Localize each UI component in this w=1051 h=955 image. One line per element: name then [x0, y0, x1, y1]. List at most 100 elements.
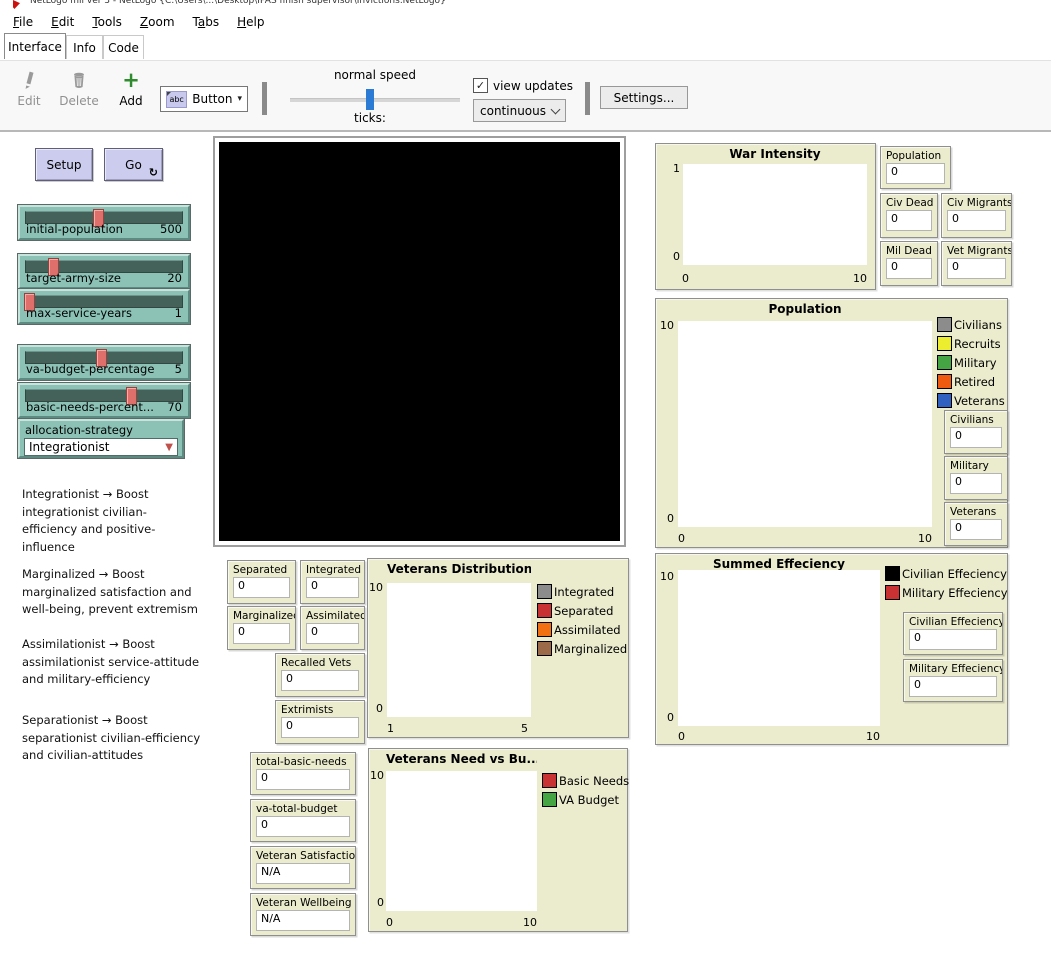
plot-veterans-distribution: Veterans Distribution 10 0 1 5 Integrate…	[367, 558, 629, 738]
monitor-population: Population0	[880, 146, 951, 189]
ticks-label: ticks:	[290, 111, 450, 125]
toolbar: Edit Delete + Add abc Button ▾ normal sp…	[0, 60, 1051, 132]
world-view	[213, 136, 626, 547]
monitor-assimilated: Assimilated0	[300, 606, 365, 650]
legend-swatch	[537, 584, 552, 599]
monitor-mil-dead: Mil Dead0	[880, 241, 938, 286]
chooser-arrow-icon: ▼	[165, 442, 173, 453]
monitor-separated: Separated0	[227, 560, 296, 604]
widget-type-dropdown[interactable]: abc Button ▾	[160, 86, 248, 112]
note-marginalized: Marginalized → Boost marginalized satisf…	[22, 566, 202, 619]
legend-swatch	[937, 317, 952, 332]
toolbar-separator	[262, 82, 267, 115]
slider-initial-population[interactable]: initial-population500	[18, 205, 190, 240]
chevron-down-icon	[551, 104, 561, 114]
monitor-civilians: Civilians0	[944, 410, 1008, 454]
add-widget-button[interactable]: + Add	[112, 67, 150, 108]
monitor-extrimists: Extrimists0	[275, 700, 365, 744]
menu-bar: File Edit Tools Zoom Tabs Help	[0, 10, 1051, 33]
plot-canvas	[683, 164, 867, 265]
tab-interface[interactable]: Interface	[4, 33, 66, 59]
legend-swatch	[885, 585, 900, 600]
monitor-veteran-satisfaction: Veteran SatisfactionN/A	[250, 846, 356, 889]
plot-canvas	[386, 771, 537, 911]
monitor-military: Military0	[944, 456, 1008, 500]
note-integrationist: Integrationist → Boost integrationist ci…	[22, 486, 202, 556]
delete-widget-button[interactable]: Delete	[56, 67, 102, 108]
veterans-distribution-legend: Integrated Separated Assimilated Margina…	[537, 584, 627, 660]
chooser-value-box[interactable]: Integrationist ▼	[24, 438, 178, 456]
plot-canvas	[678, 570, 880, 726]
tab-code[interactable]: Code	[103, 35, 144, 59]
plot-war-intensity: War Intensity 1 0 0 10	[655, 143, 876, 290]
slider-target-army-size[interactable]: target-army-size20	[18, 254, 190, 289]
legend-swatch	[937, 336, 952, 351]
netlogo-window: NetLogo mil ver 3 - NetLogo {C:\Users\..…	[0, 0, 1051, 955]
menu-edit[interactable]: Edit	[42, 12, 83, 32]
monitor-marginalized: Marginalized0	[227, 606, 296, 650]
tab-info[interactable]: Info	[66, 35, 103, 59]
window-title: NetLogo mil ver 3 - NetLogo {C:\Users\..…	[30, 0, 446, 6]
plot-canvas	[678, 321, 932, 527]
forever-icon: ↻	[149, 166, 158, 179]
legend-swatch	[542, 773, 557, 788]
legend-swatch	[537, 622, 552, 637]
pencil-icon	[10, 67, 48, 93]
netlogo-app-icon	[13, 0, 20, 9]
monitor-recalled-vets: Recalled Vets0	[275, 653, 365, 697]
note-separationist: Separationist → Boost separationist civi…	[22, 712, 202, 765]
view-updates-row: ✓ view updates	[473, 78, 573, 93]
summed-effeciency-legend: Civilian Effeciency Military Effeciency	[885, 566, 1008, 604]
population-legend: Civilians Recruits Military Retired Vete…	[937, 317, 1005, 412]
tab-strip: Interface Info Code	[0, 33, 1051, 60]
legend-swatch	[537, 603, 552, 618]
legend-swatch	[542, 792, 557, 807]
menu-tools[interactable]: Tools	[83, 12, 131, 32]
toolbar-separator-2	[585, 82, 590, 115]
legend-swatch	[885, 566, 900, 581]
view-updates-label: view updates	[493, 79, 573, 93]
menu-help[interactable]: Help	[228, 12, 273, 32]
note-assimilationist: Assimilationist → Boost assimilationist …	[22, 636, 202, 689]
monitor-va-total-budget: va-total-budget0	[250, 799, 356, 842]
plus-icon: +	[112, 67, 150, 93]
settings-button[interactable]: Settings...	[600, 86, 688, 109]
plot-veterans-need-vs-budget: Veterans Need vs Bu... 10 0 0 10 Basic N…	[368, 748, 628, 932]
button-widget-icon: abc	[166, 91, 187, 108]
monitor-integrated: Integrated0	[300, 560, 365, 604]
monitor-civ-migrants: Civ Migrants0	[941, 193, 1012, 238]
view-updates-checkbox[interactable]: ✓	[473, 78, 488, 93]
slider-max-service-years[interactable]: max-service-years1	[18, 289, 190, 324]
slider-basic-needs-percent[interactable]: basic-needs-percent...70	[18, 383, 190, 418]
speed-slider-label: normal speed	[290, 68, 460, 82]
check-icon: ✓	[476, 80, 485, 91]
plot-canvas	[387, 583, 531, 717]
monitor-civilian-effeciency: Civilian Effeciency0	[903, 612, 1003, 655]
monitor-veterans: Veterans0	[944, 502, 1008, 546]
menu-tabs[interactable]: Tabs	[184, 12, 229, 32]
menu-zoom[interactable]: Zoom	[131, 12, 184, 32]
monitor-civ-dead: Civ Dead0	[880, 193, 938, 238]
monitor-total-basic-needs: total-basic-needs0	[250, 752, 356, 795]
legend-swatch	[937, 374, 952, 389]
monitor-veteran-wellbeing: Veteran WellbeingN/A	[250, 893, 356, 936]
setup-button[interactable]: Setup	[35, 148, 93, 181]
title-bar: NetLogo mil ver 3 - NetLogo {C:\Users\..…	[0, 0, 1051, 10]
edit-widget-button[interactable]: Edit	[10, 67, 48, 108]
chooser-allocation-strategy[interactable]: allocation-strategy Integrationist ▼	[18, 419, 184, 458]
veterans-need-legend: Basic Needs VA Budget	[542, 773, 629, 811]
slider-va-budget-percentage[interactable]: va-budget-percentage5	[18, 345, 190, 380]
monitor-vet-migrants: Vet Migrants0	[941, 241, 1012, 286]
legend-swatch	[937, 355, 952, 370]
dropdown-arrow-icon: ▾	[237, 94, 242, 104]
update-mode-dropdown[interactable]: continuous	[473, 99, 566, 122]
menu-file[interactable]: File	[4, 12, 42, 32]
speed-slider-track[interactable]	[290, 98, 460, 102]
world-view-canvas	[219, 142, 620, 541]
monitor-military-effeciency: Military Effeciency0	[903, 659, 1003, 702]
trash-icon	[56, 67, 102, 93]
speed-slider-handle[interactable]	[366, 89, 374, 110]
legend-swatch	[537, 641, 552, 656]
go-button[interactable]: Go ↻	[104, 148, 163, 181]
legend-swatch	[937, 393, 952, 408]
